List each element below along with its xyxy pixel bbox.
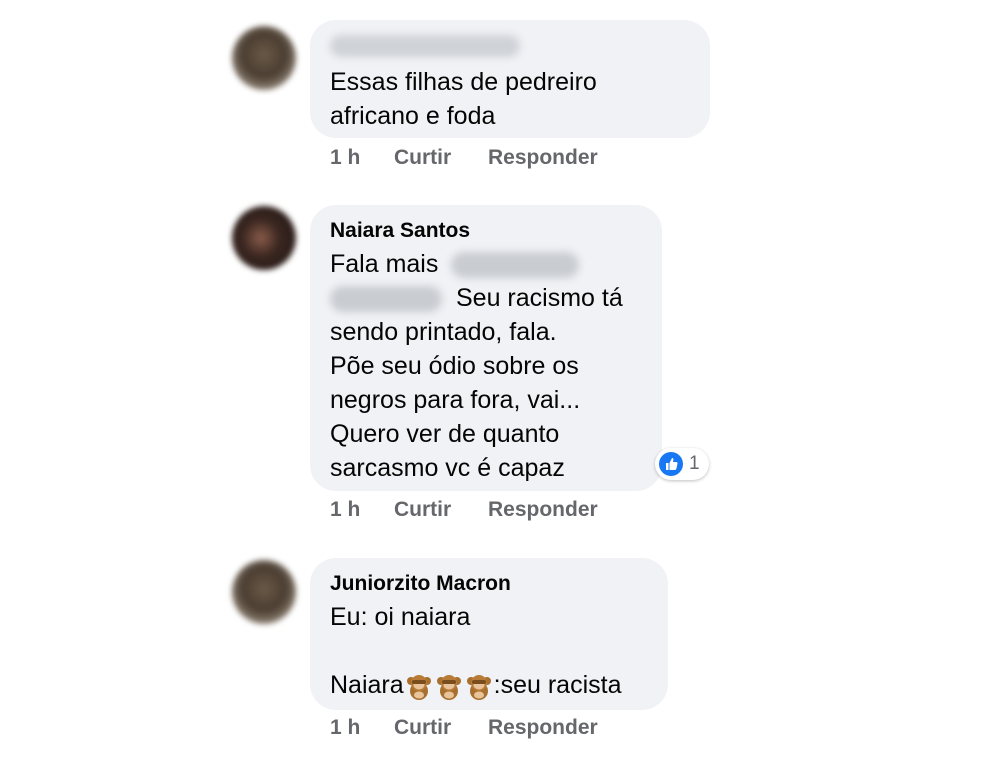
reaction-count: 1 xyxy=(689,453,700,474)
comment-bubble: Essas filhas de pedreiro africano e foda xyxy=(310,20,710,138)
blurred-mention xyxy=(451,252,580,279)
monkey-emoji-icon xyxy=(406,675,431,701)
comment-text: Eu: oi naiara Naiara:seu racista xyxy=(330,600,622,702)
reply-button[interactable]: Responder xyxy=(488,716,598,740)
comment-text: Fala mais Seu racismo tá sendo printado,… xyxy=(330,250,623,482)
like-icon xyxy=(659,452,683,476)
timestamp[interactable]: 1 h xyxy=(330,716,360,740)
like-button[interactable]: Curtir xyxy=(394,146,451,170)
comment-author[interactable]: Juniorzito Macron xyxy=(330,571,511,597)
comment-thread: Essas filhas de pedreiro africano e foda… xyxy=(0,0,984,765)
avatar[interactable] xyxy=(232,26,296,90)
reaction-summary[interactable]: 1 xyxy=(655,448,709,480)
monkey-emoji-icon xyxy=(436,675,461,701)
comment-author[interactable]: Naiara Santos xyxy=(330,218,470,244)
reply-button[interactable]: Responder xyxy=(488,498,598,522)
timestamp[interactable]: 1 h xyxy=(330,146,360,170)
blurred-mention xyxy=(330,286,442,313)
monkey-emoji-icon xyxy=(466,675,491,701)
timestamp[interactable]: 1 h xyxy=(330,498,360,522)
avatar[interactable] xyxy=(232,560,296,624)
like-button[interactable]: Curtir xyxy=(394,498,451,522)
comment-bubble: Juniorzito Macron Eu: oi naiara Naiara:s… xyxy=(310,558,668,710)
comment-bubble: Naiara Santos Fala mais Seu racismo tá s… xyxy=(310,205,662,491)
avatar[interactable] xyxy=(232,206,296,270)
reply-button[interactable]: Responder xyxy=(488,146,598,170)
comment-text: Essas filhas de pedreiro africano e foda xyxy=(330,68,597,130)
blurred-author-name xyxy=(330,35,520,57)
emoji-group xyxy=(404,671,494,701)
like-button[interactable]: Curtir xyxy=(394,716,451,740)
